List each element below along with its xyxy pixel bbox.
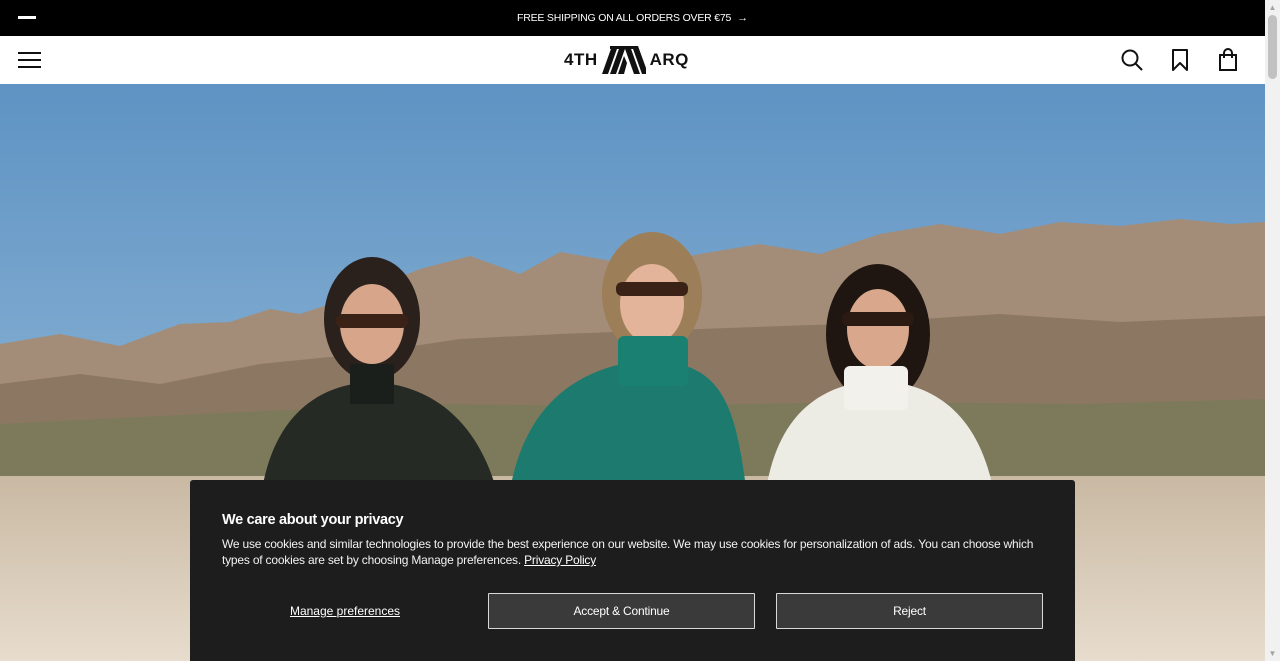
manage-preferences-button[interactable]: Manage preferences: [222, 593, 468, 629]
logo-text-right: ARQ: [649, 50, 689, 69]
scroll-up-icon[interactable]: ▲: [1265, 0, 1280, 15]
site-header: 4TH ARQ: [0, 36, 1265, 84]
logo-text-left: 4TH: [564, 50, 598, 69]
header-icons: [1121, 48, 1239, 72]
bag-icon[interactable]: [1217, 48, 1239, 72]
logo[interactable]: 4TH ARQ: [564, 46, 689, 74]
announcement-link[interactable]: FREE SHIPPING ON ALL ORDERS OVER €75 →: [0, 0, 1265, 36]
scrollbar-thumb[interactable]: [1268, 15, 1277, 79]
accept-button[interactable]: Accept & Continue: [488, 593, 755, 629]
cookie-title: We care about your privacy: [222, 512, 404, 528]
announcement-text: FREE SHIPPING ON ALL ORDERS OVER €75: [517, 12, 732, 24]
privacy-policy-link[interactable]: Privacy Policy: [524, 553, 596, 567]
menu-icon[interactable]: [18, 52, 41, 69]
arrow-right-icon: →: [737, 12, 748, 24]
scroll-down-icon[interactable]: ▼: [1265, 646, 1280, 661]
logo-mark-icon: [601, 46, 646, 74]
scrollbar[interactable]: ▲ ▼: [1265, 0, 1280, 661]
cookie-body: We use cookies and similar technologies …: [222, 536, 1052, 568]
bookmark-icon[interactable]: [1169, 48, 1191, 72]
page: FREE SHIPPING ON ALL ORDERS OVER €75 → 4…: [0, 0, 1280, 661]
search-icon[interactable]: [1121, 48, 1143, 72]
cookie-text: We use cookies and similar technologies …: [222, 537, 1034, 567]
announcement-bar[interactable]: FREE SHIPPING ON ALL ORDERS OVER €75 →: [0, 0, 1265, 36]
cookie-banner: We care about your privacy We use cookie…: [190, 480, 1075, 661]
reject-button[interactable]: Reject: [776, 593, 1043, 629]
